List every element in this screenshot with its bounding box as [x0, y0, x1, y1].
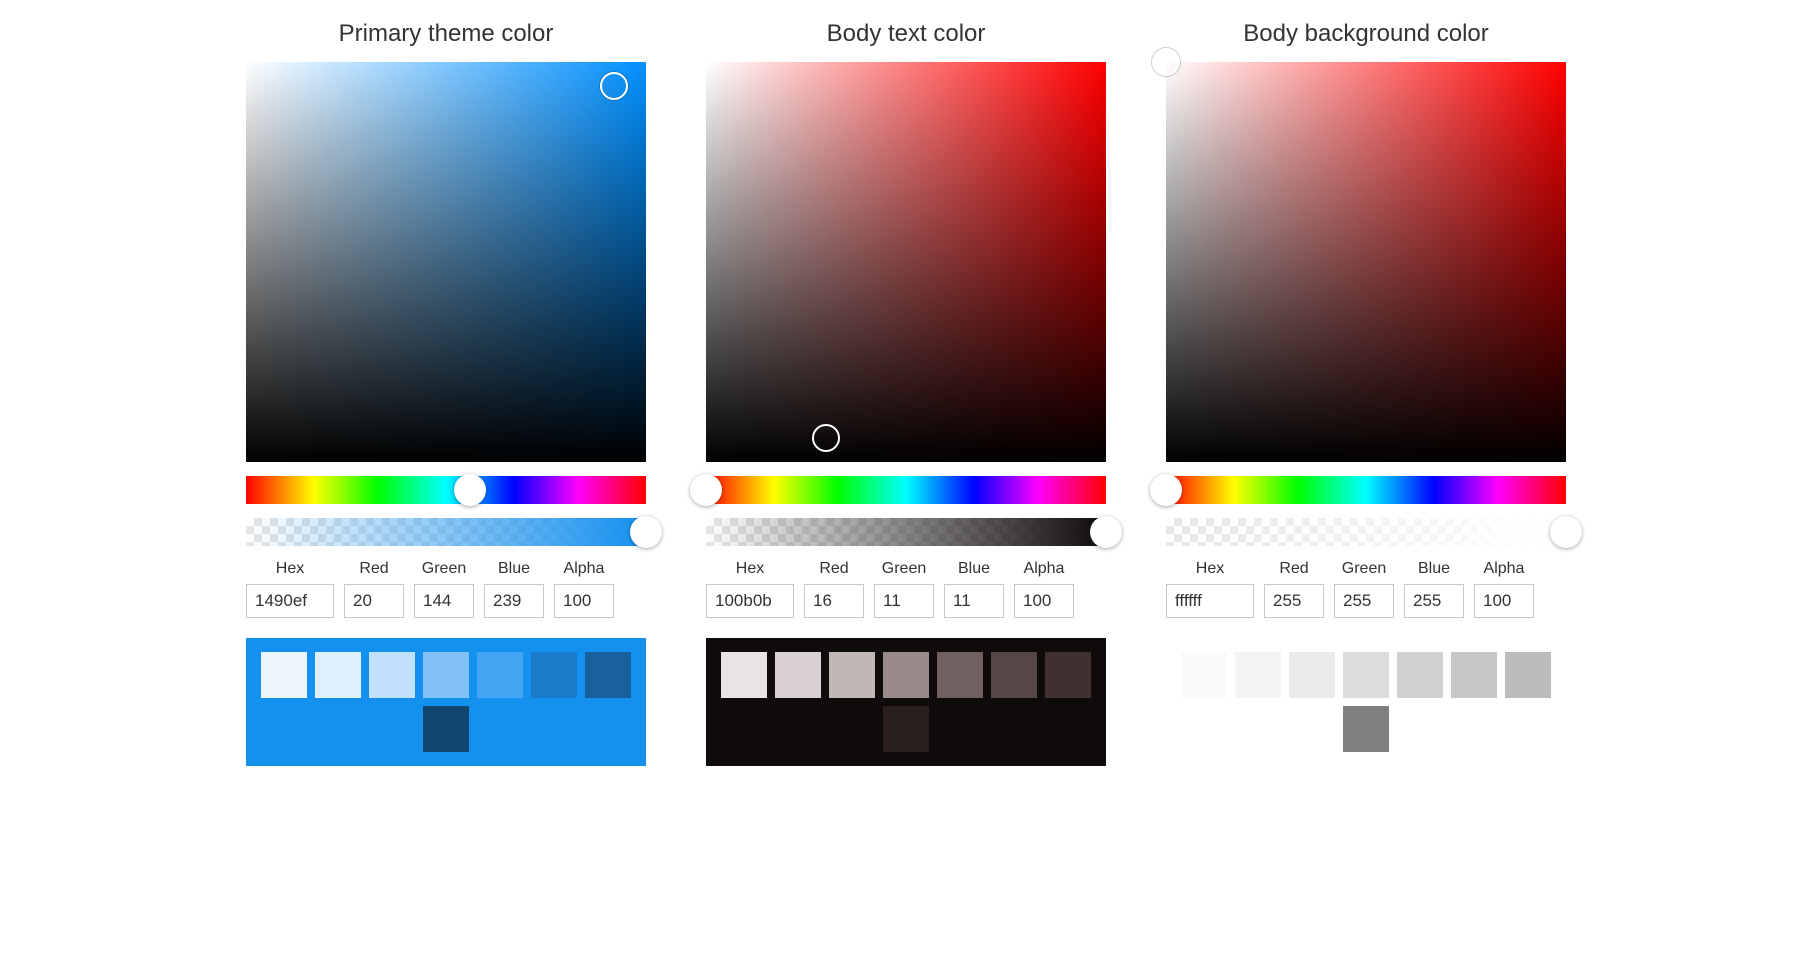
swatch[interactable]	[585, 652, 631, 698]
swatch-panel	[246, 638, 646, 766]
hex-input[interactable]	[246, 584, 334, 618]
hex-label: Hex	[736, 560, 764, 578]
swatch[interactable]	[1343, 706, 1389, 752]
red-input[interactable]	[1264, 584, 1324, 618]
swatch[interactable]	[721, 652, 767, 698]
swatch[interactable]	[883, 652, 929, 698]
alpha-input[interactable]	[554, 584, 614, 618]
alpha-label: Alpha	[1484, 560, 1525, 578]
swatch[interactable]	[991, 652, 1037, 698]
picker-title: Body text color	[706, 20, 1106, 48]
swatch[interactable]	[1397, 652, 1443, 698]
swatch[interactable]	[261, 652, 307, 698]
swatch[interactable]	[1451, 652, 1497, 698]
swatch[interactable]	[883, 706, 929, 752]
green-input[interactable]	[414, 584, 474, 618]
green-label: Green	[1342, 560, 1386, 578]
hex-input[interactable]	[706, 584, 794, 618]
red-label: Red	[1279, 560, 1308, 578]
red-label: Red	[359, 560, 388, 578]
color-picker-primary: Primary theme color Hex Red Green Blue Alpha	[246, 20, 646, 766]
hue-thumb[interactable]	[454, 474, 486, 506]
green-label: Green	[422, 560, 466, 578]
sv-marker[interactable]	[1152, 48, 1180, 76]
alpha-thumb[interactable]	[630, 516, 662, 548]
saturation-value-area[interactable]	[246, 62, 646, 462]
alpha-slider[interactable]	[246, 518, 646, 546]
saturation-value-area[interactable]	[1166, 62, 1566, 462]
swatch[interactable]	[423, 706, 469, 752]
hue-slider[interactable]	[706, 476, 1106, 504]
alpha-slider[interactable]	[1166, 518, 1566, 546]
swatch[interactable]	[937, 652, 983, 698]
picker-title: Body background color	[1166, 20, 1566, 48]
blue-input[interactable]	[944, 584, 1004, 618]
alpha-input[interactable]	[1014, 584, 1074, 618]
alpha-label: Alpha	[1024, 560, 1065, 578]
color-inputs: Hex Red Green Blue Alpha	[1166, 560, 1566, 618]
alpha-label: Alpha	[564, 560, 605, 578]
hue-slider[interactable]	[246, 476, 646, 504]
sv-marker[interactable]	[812, 424, 840, 452]
blue-label: Blue	[498, 560, 530, 578]
hue-thumb[interactable]	[1150, 474, 1182, 506]
green-input[interactable]	[1334, 584, 1394, 618]
sv-marker[interactable]	[600, 72, 628, 100]
hex-label: Hex	[276, 560, 304, 578]
swatch[interactable]	[1505, 652, 1551, 698]
swatch-panel	[706, 638, 1106, 766]
green-label: Green	[882, 560, 926, 578]
color-inputs: Hex Red Green Blue Alpha	[246, 560, 646, 618]
swatch[interactable]	[423, 652, 469, 698]
alpha-input[interactable]	[1474, 584, 1534, 618]
hue-slider[interactable]	[1166, 476, 1566, 504]
swatch[interactable]	[1181, 652, 1227, 698]
color-picker-bodytext: Body text color Hex Red Green Blue Alpha	[706, 20, 1106, 766]
swatch-panel	[1166, 638, 1566, 766]
picker-title: Primary theme color	[246, 20, 646, 48]
color-inputs: Hex Red Green Blue Alpha	[706, 560, 1106, 618]
blue-input[interactable]	[1404, 584, 1464, 618]
hue-thumb[interactable]	[690, 474, 722, 506]
hex-input[interactable]	[1166, 584, 1254, 618]
swatch[interactable]	[315, 652, 361, 698]
swatch[interactable]	[1045, 652, 1091, 698]
swatch[interactable]	[531, 652, 577, 698]
color-picker-bodybg: Body background color Hex Red Green Blue Alph…	[1166, 20, 1566, 766]
swatch[interactable]	[829, 652, 875, 698]
red-label: Red	[819, 560, 848, 578]
saturation-value-area[interactable]	[706, 62, 1106, 462]
blue-input[interactable]	[484, 584, 544, 618]
alpha-thumb[interactable]	[1090, 516, 1122, 548]
red-input[interactable]	[344, 584, 404, 618]
swatch[interactable]	[477, 652, 523, 698]
green-input[interactable]	[874, 584, 934, 618]
swatch[interactable]	[369, 652, 415, 698]
swatch[interactable]	[1289, 652, 1335, 698]
red-input[interactable]	[804, 584, 864, 618]
swatch[interactable]	[775, 652, 821, 698]
alpha-thumb[interactable]	[1550, 516, 1582, 548]
swatch[interactable]	[1343, 652, 1389, 698]
hex-label: Hex	[1196, 560, 1224, 578]
swatch[interactable]	[1235, 652, 1281, 698]
blue-label: Blue	[958, 560, 990, 578]
blue-label: Blue	[1418, 560, 1450, 578]
alpha-slider[interactable]	[706, 518, 1106, 546]
